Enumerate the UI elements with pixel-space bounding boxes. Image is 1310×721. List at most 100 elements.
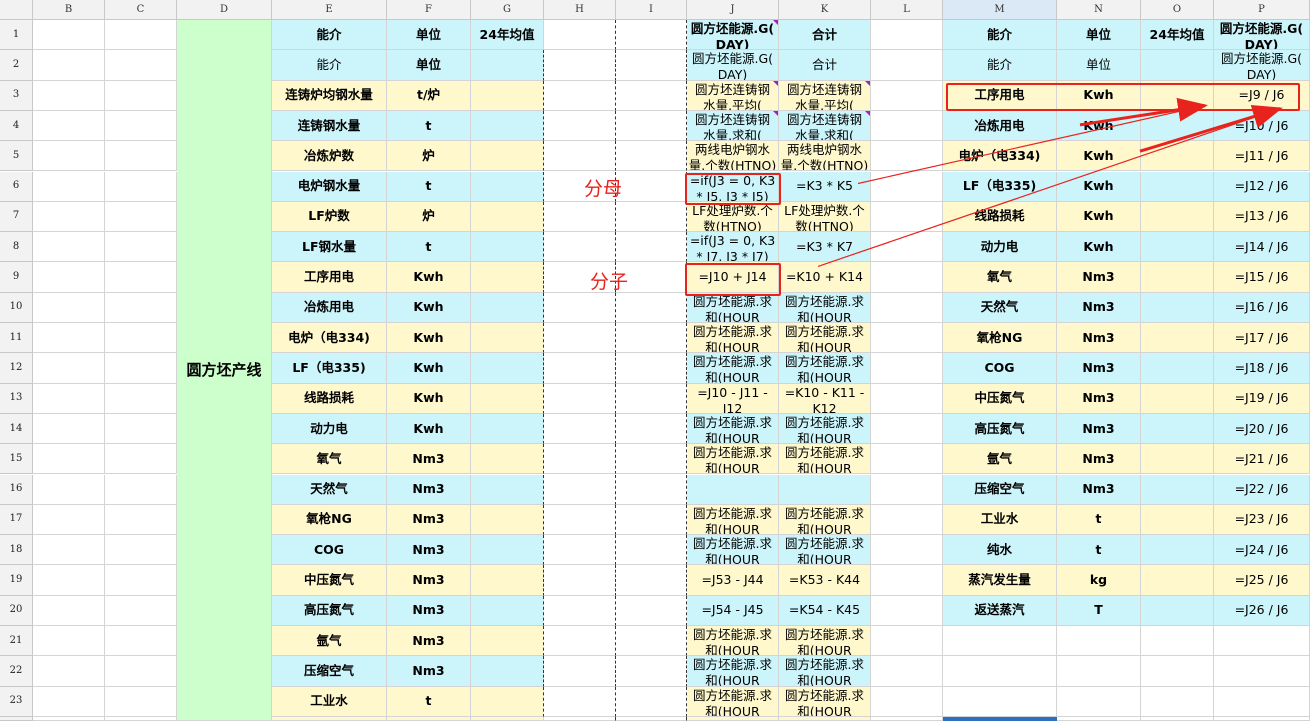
formula-cell-j[interactable]: 圆方坯能源.求 和(HOUR [687,353,779,384]
row-header[interactable]: 15 [0,444,33,475]
right-row-name[interactable]: COG [943,353,1057,384]
right-row-name[interactable]: 冶炼用电 [943,110,1057,142]
left-row-unit[interactable]: Kwh [387,262,471,293]
right-row-avg[interactable] [1141,201,1214,233]
right-row-avg[interactable] [1141,110,1214,142]
left-row-unit[interactable]: t [387,232,471,263]
right-header-name[interactable]: 能介 [943,20,1057,51]
left-row-unit[interactable]: Kwh [387,353,471,384]
sheet-cell[interactable] [871,413,943,445]
left-row-avg[interactable] [471,595,544,626]
sheet-cell[interactable] [33,50,105,81]
right-row-name[interactable]: 电炉（电334) [943,141,1057,172]
row-header[interactable]: 19 [0,565,33,596]
right-row-avg[interactable] [1141,323,1214,354]
sheet-cell[interactable] [616,535,687,566]
right-row-unit[interactable]: Nm3 [1057,262,1141,293]
left-row-unit[interactable]: 炉 [387,141,471,172]
right-row-formula[interactable]: =J10 / J6 [1214,110,1310,142]
right-row-avg[interactable] [1141,474,1214,505]
sheet-cell[interactable] [544,323,616,354]
right-row-avg[interactable] [1141,413,1214,445]
sheet-cell[interactable] [616,110,687,142]
sheet-cell[interactable] [105,444,177,475]
formula-cell-j[interactable] [687,474,779,505]
row-header[interactable]: 8 [0,232,33,263]
sheet-cell[interactable] [616,80,687,111]
sheet-cell[interactable] [33,383,105,414]
left-row-unit[interactable]: t [387,171,471,202]
left-header-avg[interactable]: 24年均值 [471,20,544,51]
sheet-cell[interactable] [871,50,943,81]
formula-cell-j[interactable]: =J10 - J11 - J12 [687,383,779,414]
sheet-cell[interactable] [616,323,687,354]
sheet-cell[interactable] [871,656,943,687]
sheet-cell[interactable] [1057,716,1141,721]
sheet-cell[interactable] [544,201,616,233]
sheet-cell[interactable] [33,595,105,626]
right-row-avg[interactable] [1141,262,1214,293]
sheet-cell[interactable] [105,171,177,202]
left-row-unit[interactable]: Nm3 [387,444,471,475]
left-row-avg[interactable] [471,626,544,657]
sheet-cell[interactable] [544,413,616,445]
sheet-cell[interactable] [616,716,687,721]
right-row-formula[interactable]: =J12 / J6 [1214,171,1310,202]
sheet-cell[interactable] [616,232,687,263]
column-header-c[interactable]: C [105,0,177,20]
sheet-cell[interactable] [544,656,616,687]
formula-cell-k[interactable]: 圆方坯能源.求 和(HOUR [779,444,871,475]
left-row-unit[interactable]: Nm3 [387,504,471,536]
sheet-cell[interactable] [1141,686,1214,717]
sheet-cell[interactable] [544,686,616,717]
row-header[interactable]: 5 [0,141,33,172]
sheet-cell[interactable] [871,141,943,172]
sheet-cell[interactable] [616,686,687,717]
left-row-avg[interactable] [471,353,544,384]
sheet-cell[interactable] [544,474,616,505]
sheet-cell[interactable] [871,444,943,475]
sheet-cell[interactable] [544,444,616,475]
right-row-unit[interactable]: Nm3 [1057,353,1141,384]
formula-header-j[interactable]: 圆方坯能源.G( DAY) [687,20,779,51]
left-row-avg[interactable] [471,474,544,505]
left-row-avg[interactable] [471,323,544,354]
formula-cell-j[interactable]: 圆方坯能源.求 和(HOUR [687,444,779,475]
sheet-cell[interactable] [33,323,105,354]
row-header[interactable]: 12 [0,353,33,384]
sheet-cell[interactable] [616,292,687,323]
sheet-cell[interactable] [871,262,943,293]
sheet-cell[interactable] [105,201,177,233]
sheet-cell[interactable] [1214,626,1310,657]
right-header-unit[interactable]: 单位 [1057,20,1141,51]
right-row-unit[interactable]: Nm3 [1057,413,1141,445]
sheet-cell[interactable] [105,504,177,536]
sheet-cell[interactable] [871,80,943,111]
right-row-name[interactable]: 高压氮气 [943,413,1057,445]
sheet-cell[interactable] [544,50,616,81]
right-row-avg[interactable] [1141,565,1214,596]
row-header[interactable]: 2 [0,50,33,81]
right-row-unit[interactable]: Nm3 [1057,444,1141,475]
sheet-cell[interactable] [616,595,687,626]
column-header-h[interactable]: H [544,0,616,20]
sheet-cell[interactable] [871,383,943,414]
sheet-cell[interactable] [871,716,943,721]
sheet-cell[interactable] [871,232,943,263]
column-header-e[interactable]: E [272,0,387,20]
left-row-name[interactable]: 冶炼炉数 [272,141,387,172]
sheet-cell[interactable] [544,383,616,414]
left-row-name[interactable]: 氧气 [272,444,387,475]
sheet-cell[interactable] [1057,656,1141,687]
right-row-formula[interactable]: =J23 / J6 [1214,504,1310,536]
right-row-name[interactable]: 氧枪NG [943,323,1057,354]
sheet-cell[interactable] [33,110,105,142]
column-header-n[interactable]: N [1057,0,1141,20]
left-row-unit[interactable]: Nm3 [387,595,471,626]
formula-cell-k[interactable]: LF处理炉数.个 数(HTNO) [779,201,871,233]
right-row-formula[interactable]: =J24 / J6 [1214,535,1310,566]
formula-cell-j[interactable]: 圆方坯能源.求 和(HOUR [687,323,779,354]
sheet-cell[interactable] [616,171,687,202]
right-row-name[interactable]: 氩气 [943,444,1057,475]
sheet-cell[interactable] [544,626,616,657]
